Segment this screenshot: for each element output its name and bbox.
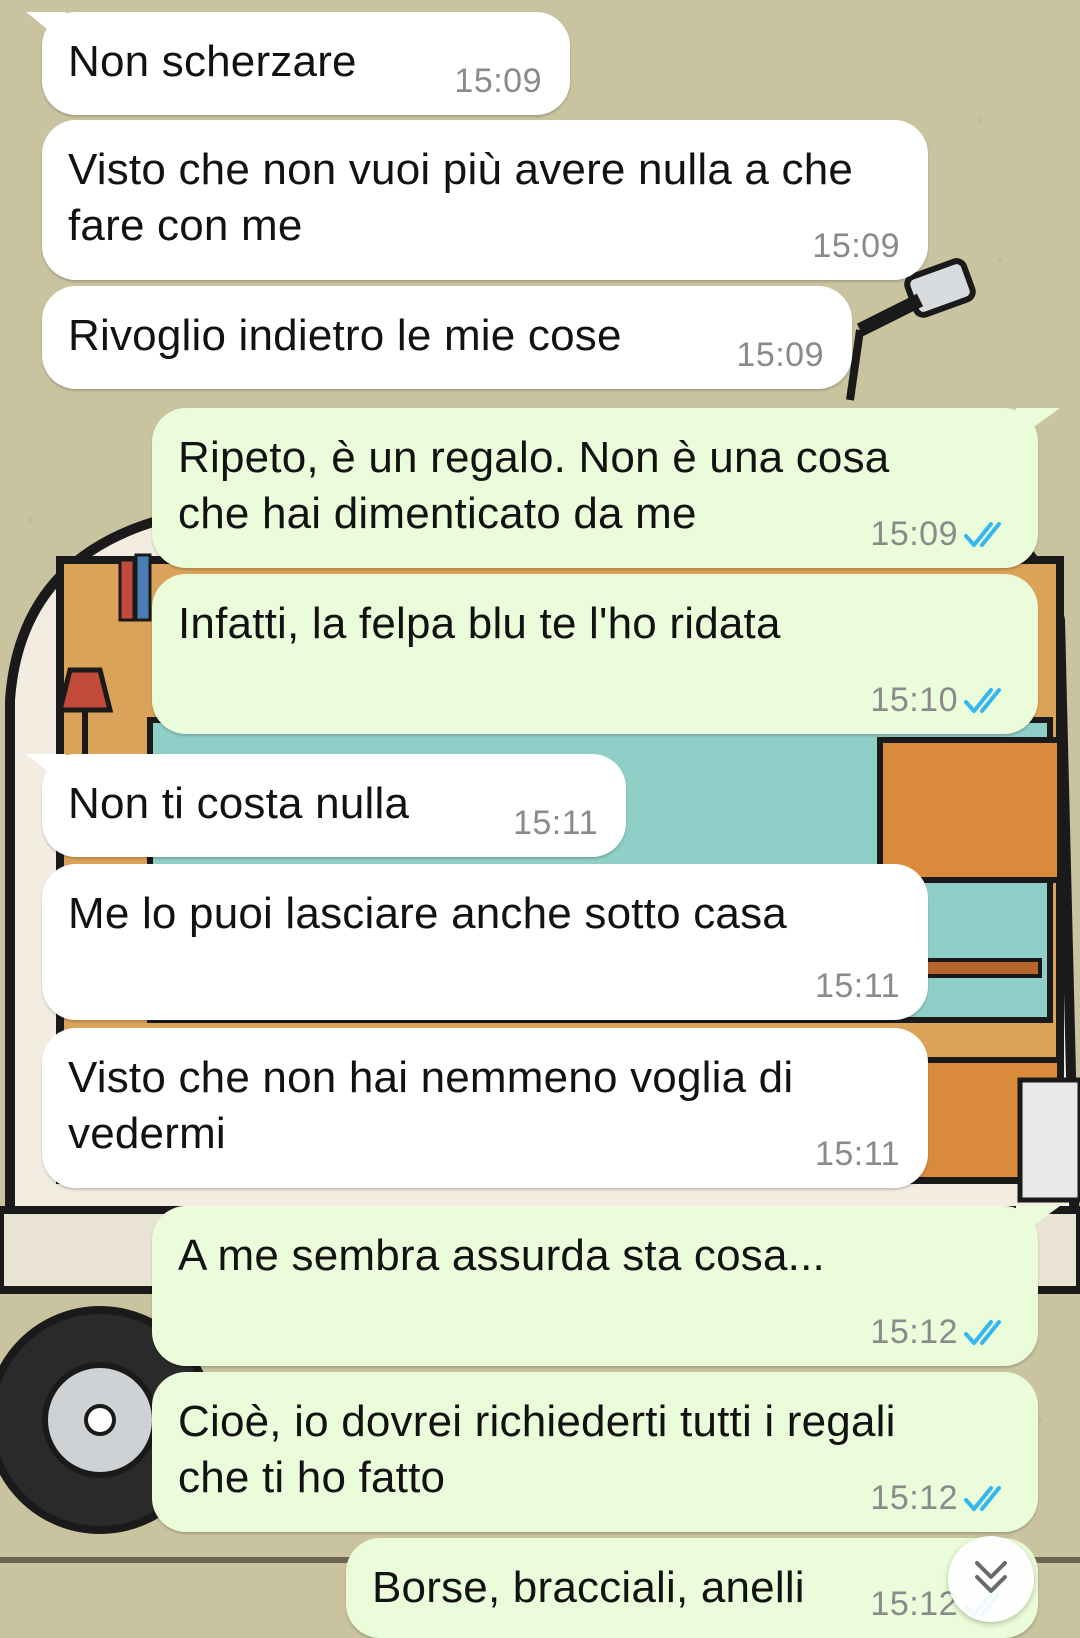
message-bubble-outgoing[interactable]: Infatti, la felpa blu te l'ho ridata 15:… xyxy=(152,574,1038,734)
message-text: Visto che non hai nemmeno voglia di vede… xyxy=(68,1053,794,1158)
message-text: Rivoglio indietro le mie cose xyxy=(68,311,622,360)
message-meta: 15:12 xyxy=(870,1479,1010,1518)
message-bubble-incoming[interactable]: Non scherzare 15:09 xyxy=(26,12,570,115)
chevron-double-down-icon xyxy=(969,1555,1013,1604)
message-time: 15:09 xyxy=(812,227,900,265)
message-time: 15:12 xyxy=(870,1585,958,1623)
double-check-icon xyxy=(964,686,1010,716)
message-meta: 15:09 xyxy=(454,62,542,101)
double-check-icon xyxy=(964,1484,1010,1514)
message-bubble-incoming[interactable]: Visto che non vuoi più avere nulla a che… xyxy=(42,120,928,280)
bubble-tail xyxy=(1016,1206,1060,1238)
message-meta: 15:12 xyxy=(870,1313,1010,1352)
message-text: Visto che non vuoi più avere nulla a che… xyxy=(68,145,854,250)
message-time: 15:11 xyxy=(814,967,900,1005)
message-meta: 15:09 xyxy=(812,227,900,266)
bubble-tail xyxy=(26,754,66,786)
message-bubble-incoming[interactable]: Rivoglio indietro le mie cose 15:09 xyxy=(42,286,852,389)
message-meta: 15:09 xyxy=(870,515,1010,554)
message-text: Ripeto, è un regalo. Non è una cosa che … xyxy=(178,433,890,538)
message-time: 15:12 xyxy=(870,1313,958,1351)
message-text: Cioè, io dovrei richiederti tutti i rega… xyxy=(178,1397,896,1502)
message-time: 15:12 xyxy=(870,1479,958,1517)
bubble-tail xyxy=(26,12,66,44)
double-check-icon xyxy=(964,1318,1010,1348)
message-bubble-outgoing[interactable]: Cioè, io dovrei richiederti tutti i rega… xyxy=(152,1372,1038,1532)
message-bubble-incoming[interactable]: Visto che non hai nemmeno voglia di vede… xyxy=(42,1028,928,1188)
scroll-to-bottom-button[interactable] xyxy=(948,1536,1034,1622)
message-meta: 15:11 xyxy=(815,967,900,1006)
message-time: 15:10 xyxy=(870,681,958,719)
message-bubble-outgoing[interactable]: A me sembra assurda sta cosa... 15:12 xyxy=(152,1206,1060,1366)
message-time: 15:11 xyxy=(512,804,598,842)
message-meta: 15:09 xyxy=(736,336,824,375)
message-text: Infatti, la felpa blu te l'ho ridata xyxy=(178,599,781,648)
message-bubble-outgoing[interactable]: Ripeto, è un regalo. Non è una cosa che … xyxy=(152,408,1060,568)
message-text: A me sembra assurda sta cosa... xyxy=(178,1231,825,1280)
message-time: 15:09 xyxy=(736,336,824,374)
message-time: 15:09 xyxy=(454,62,542,100)
bubble-tail xyxy=(1016,408,1060,440)
message-time: 15:09 xyxy=(870,515,958,553)
message-meta: 15:11 xyxy=(815,1135,900,1174)
message-meta: 15:10 xyxy=(870,681,1010,720)
message-bubble-incoming[interactable]: Me lo puoi lasciare anche sotto casa 15:… xyxy=(42,864,928,1020)
message-time: 15:11 xyxy=(814,1135,900,1173)
message-bubble-outgoing[interactable]: Borse, bracciali, anelli 15:12 xyxy=(346,1538,1038,1638)
message-bubble-incoming[interactable]: Non ti costa nulla 15:11 xyxy=(26,754,626,857)
double-check-icon xyxy=(964,520,1010,550)
message-meta: 15:11 xyxy=(513,804,598,843)
message-text: Me lo puoi lasciare anche sotto casa xyxy=(68,889,787,938)
